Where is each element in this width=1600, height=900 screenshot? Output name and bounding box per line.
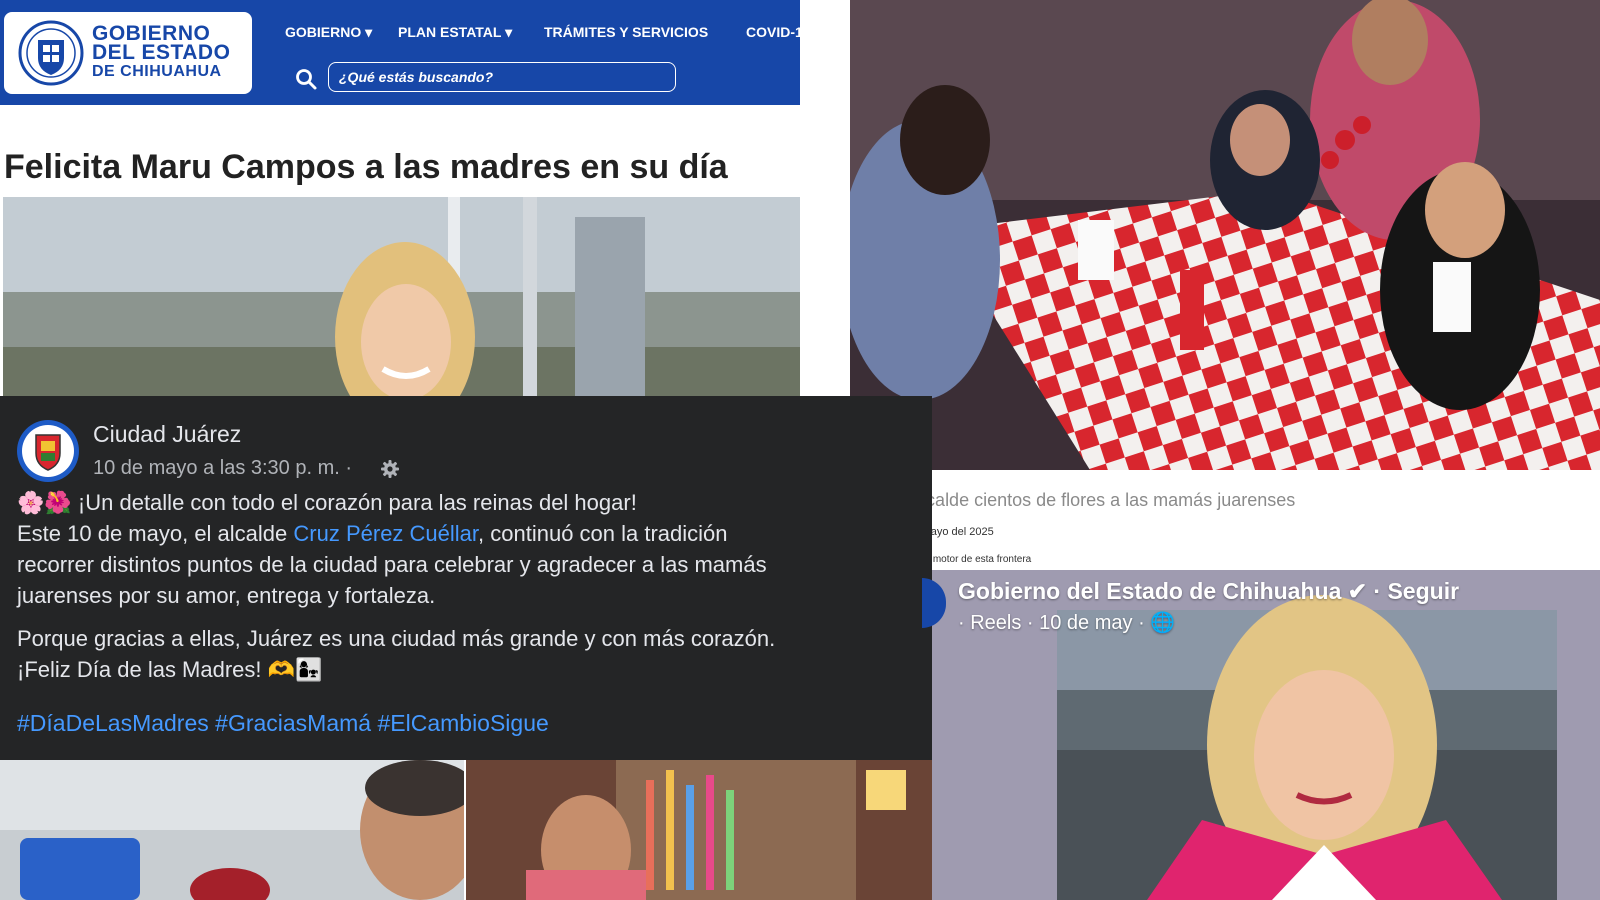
search-input[interactable] <box>328 62 676 92</box>
nav-covid[interactable]: COVID-1 <box>746 24 800 40</box>
logo-line-3: DE CHIHUAHUA <box>92 63 222 80</box>
article-hero-image <box>3 197 800 396</box>
search-icon[interactable] <box>294 67 318 91</box>
post-timestamp[interactable]: 10 de mayo a las 3:30 p. m. · <box>93 457 352 480</box>
post-line-5: Porque gracias a ellas, Juárez es una ci… <box>17 626 776 651</box>
article-title: Felicita Maru Campos a las madres en su … <box>4 148 728 186</box>
city-seal-icon <box>22 425 74 477</box>
nav-gobierno[interactable]: GOBIERNO ▾ <box>285 24 372 41</box>
post-page-name[interactable]: Ciudad Juárez <box>93 421 241 448</box>
post-line-2: Este 10 de mayo, el alcalde Cruz Pérez C… <box>17 521 728 546</box>
mayor-mention-link[interactable]: Cruz Pérez Cuéllar <box>293 521 478 546</box>
post-line-1: 🌸🌺 ¡Un detalle con todo el corazón para … <box>17 490 637 515</box>
chevron-down-icon: ▾ <box>365 24 373 40</box>
gear-icon[interactable] <box>380 459 400 479</box>
post-hashtags[interactable]: #DíaDeLasMadres #GraciasMamá #ElCambioSi… <box>17 710 549 737</box>
logo-line-2: DEL ESTADO <box>92 41 231 64</box>
reel-page-title[interactable]: Gobierno del Estado de Chihuahua ✔ · Seg… <box>958 578 1459 605</box>
post-photo-2[interactable] <box>466 760 932 900</box>
nav-plan-estatal[interactable]: PLAN ESTATAL ▾ <box>398 24 512 41</box>
state-seal-icon <box>18 20 84 86</box>
facebook-post <box>0 396 932 760</box>
post-line-3: recorrer distintos puntos de la ciudad p… <box>17 552 767 577</box>
flower-emoji-icon: 🌸🌺 <box>17 490 72 515</box>
news-photo <box>850 0 1600 470</box>
nav-tramites[interactable]: TRÁMITES Y SERVICIOS <box>544 24 708 40</box>
reel-meta: · Reels · 10 de may · 🌐 <box>958 612 1176 634</box>
post-line-4: juarenses por su amor, entrega y fortale… <box>17 583 436 608</box>
post-photo-1[interactable] <box>0 760 464 900</box>
gov-logo-text: GOBIERNO DEL ESTADO DE CHIHUAHUA <box>92 23 231 81</box>
chevron-down-icon: ▾ <box>505 24 513 40</box>
post-line-6: ¡Feliz Día de las Madres! 🫶👩‍👧 <box>17 657 323 682</box>
